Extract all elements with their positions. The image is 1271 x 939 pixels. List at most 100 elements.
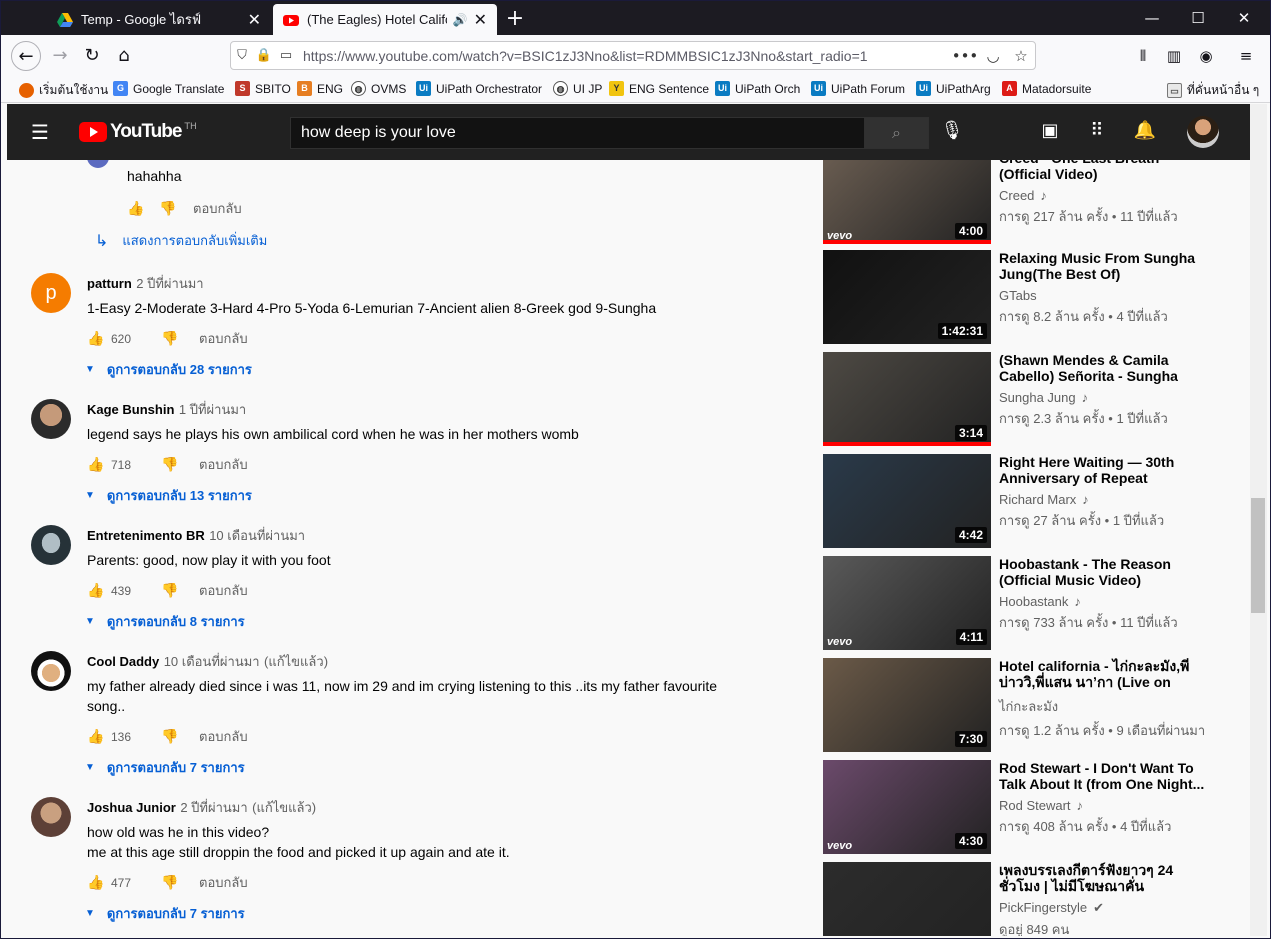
bookmark-item[interactable]: Ui UiPath Forum [811, 81, 905, 96]
thumbs-down-icon[interactable]: 👎 [159, 200, 179, 217]
close-tab-icon[interactable]: ✕ [474, 10, 487, 29]
avatar[interactable]: p [31, 273, 71, 313]
reply-button[interactable]: ตอบกลับ [199, 872, 248, 893]
bookmark-item[interactable]: Y ENG Sentence [609, 81, 709, 96]
guide-menu-icon[interactable]: ☰ [31, 120, 49, 144]
bookmark-item[interactable]: Ui UiPathArg [916, 81, 991, 96]
video-card[interactable]: เพลงบรรเลงกีตาร์ฟังยาวๆ 24 ชั่วโมง | ไม่… [823, 862, 1243, 936]
search-input[interactable]: how deep is your love [290, 117, 865, 149]
tab-google-drive[interactable]: Temp - Google ไดรฟ์ ✕ [47, 4, 271, 35]
comment-date[interactable]: 2 ปีที่ผ่านมา [136, 276, 203, 291]
video-thumbnail[interactable]: vevo 4:00 [823, 160, 991, 244]
thumbs-down-icon[interactable]: 👎 [161, 582, 181, 599]
author-name[interactable]: Cool Daddy [87, 654, 159, 669]
user-avatar[interactable] [1187, 116, 1219, 148]
bookmark-item[interactable]: G Google Translate [113, 81, 224, 96]
bookmark-item[interactable]: Ui UiPath Orchestrator [416, 81, 542, 96]
thumbs-up-icon[interactable]: 👍 [87, 582, 107, 599]
library-icon[interactable]: ⫴ [1128, 41, 1158, 71]
video-card[interactable]: 1:42:31 Relaxing Music From Sungha Jung(T… [823, 250, 1243, 344]
avatar[interactable] [31, 399, 71, 439]
reply-button[interactable]: ตอบกลับ [199, 580, 248, 601]
bookmark-item[interactable]: B ENG [297, 81, 343, 96]
apps-grid-icon[interactable]: ⠿ [1084, 120, 1110, 141]
channel-name[interactable]: Hoobastank [999, 594, 1068, 609]
view-replies-button[interactable]: ▼ ดูการตอบกลับ 7 รายการ [85, 903, 767, 924]
minimize-icon[interactable]: — [1129, 6, 1175, 30]
tab-youtube[interactable]: (The Eagles) Hotel California 🔊 ✕ [273, 4, 497, 35]
video-thumbnail[interactable]: vevo 4:11 [823, 556, 991, 650]
avatar[interactable] [31, 525, 71, 565]
thumbs-down-icon[interactable]: 👎 [161, 728, 181, 745]
reply-button[interactable]: ตอบกลับ [199, 726, 248, 747]
sidebar-icon[interactable]: ▥ [1159, 41, 1189, 71]
avatar[interactable] [31, 651, 71, 691]
account-icon[interactable]: ◉ [1191, 41, 1221, 71]
video-card[interactable]: 4:42 Right Here Waiting — 30th Anniversar… [823, 454, 1243, 548]
channel-name[interactable]: PickFingerstyle [999, 900, 1087, 915]
speaker-icon[interactable]: 🔊 [453, 13, 468, 27]
permissions-icon[interactable]: ▭ [275, 48, 297, 63]
video-thumbnail[interactable]: 4:42 [823, 454, 991, 548]
bookmark-star-icon[interactable]: ☆ [1007, 47, 1035, 65]
view-replies-button[interactable]: ▼ ดูการตอบกลับ 8 รายการ [85, 611, 767, 632]
hamburger-menu-icon[interactable]: ≡ [1231, 41, 1261, 71]
lock-icon[interactable]: 🔒 [253, 48, 275, 63]
search-button[interactable]: ⌕ [864, 117, 929, 149]
pocket-icon[interactable]: ◡ [979, 47, 1007, 65]
comment-date[interactable]: 2 ปีที่ผ่านมา [180, 800, 247, 815]
reply-button[interactable]: ตอบกลับ [193, 198, 242, 219]
author-name[interactable]: patturn [87, 276, 132, 291]
view-replies-button[interactable]: ▼ ดูการตอบกลับ 28 รายการ [85, 359, 767, 380]
video-title[interactable]: Creed - One Last Breath (Official Video) [999, 160, 1209, 182]
video-thumbnail[interactable]: 1:42:31 [823, 250, 991, 344]
url-bar[interactable]: ⛉ 🔒 ▭ https://www.youtube.com/watch?v=BS… [230, 41, 1036, 70]
youtube-logo[interactable]: YouTube TH [79, 121, 197, 143]
video-thumbnail[interactable]: 3:14 [823, 352, 991, 446]
url-text[interactable]: https://www.youtube.com/watch?v=BSIC1zJ3… [297, 48, 951, 64]
video-thumbnail[interactable] [823, 862, 991, 936]
video-card[interactable]: 3:14 (Shawn Mendes & Camila Cabello) Seño… [823, 352, 1243, 446]
avatar[interactable] [31, 797, 71, 837]
channel-name[interactable]: Sungha Jung [999, 390, 1076, 405]
close-window-icon[interactable]: ✕ [1221, 6, 1267, 30]
show-more-replies-button[interactable]: ↳ แสดงการตอบกลับเพิ่มเติม [95, 230, 267, 251]
home-icon[interactable]: ⌂ [109, 41, 139, 71]
thumbs-down-icon[interactable]: 👎 [161, 456, 181, 473]
bookmark-item[interactable]: S SBITO [235, 81, 291, 96]
channel-name[interactable]: Creed [999, 188, 1034, 203]
comment-date[interactable]: 10 เดือนที่ผ่านมา [164, 654, 260, 669]
bookmark-item[interactable]: ◍ OVMS [351, 81, 406, 96]
video-card[interactable]: vevo 4:30 Rod Stewart - I Don't Want To Ta… [823, 760, 1243, 854]
channel-name[interactable]: GTabs [999, 288, 1037, 303]
other-bookmarks[interactable]: ▭ ที่คั่นหน้าอื่น ๆ [1167, 81, 1259, 100]
video-title[interactable]: Hotel california - ไก่กะละมัง,พี่บ่าววิ,… [999, 658, 1209, 690]
microphone-icon[interactable]: 🎙 [939, 120, 965, 141]
forward-arrow-icon[interactable]: → [45, 41, 75, 71]
author-name[interactable]: Kage Bunshin [87, 402, 174, 417]
avatar[interactable] [87, 160, 109, 168]
back-arrow-icon[interactable]: ← [11, 41, 41, 71]
thumbs-up-icon[interactable]: 👍 [127, 200, 147, 217]
view-replies-button[interactable]: ▼ ดูการตอบกลับ 13 รายการ [85, 485, 767, 506]
comment-date[interactable]: 10 เดือนที่ผ่านมา [209, 528, 305, 543]
reply-button[interactable]: ตอบกลับ [199, 328, 248, 349]
video-title[interactable]: เพลงบรรเลงกีตาร์ฟังยาวๆ 24 ชั่วโมง | ไม่… [999, 862, 1209, 894]
thumbs-up-icon[interactable]: 👍 [87, 728, 107, 745]
video-title[interactable]: (Shawn Mendes & Camila Cabello) Señorita… [999, 352, 1209, 384]
comment-date[interactable]: 1 ปีที่ผ่านมา [179, 402, 246, 417]
video-title[interactable]: Relaxing Music From Sungha Jung(The Best… [999, 250, 1209, 282]
thumbs-up-icon[interactable]: 👍 [87, 874, 107, 891]
thumbs-up-icon[interactable]: 👍 [87, 456, 107, 473]
channel-name[interactable]: Richard Marx [999, 492, 1076, 507]
more-actions-icon[interactable]: ••• [951, 47, 979, 65]
bookmark-item[interactable]: ◍ UI JP [553, 81, 602, 96]
channel-name[interactable]: Rod Stewart [999, 798, 1071, 813]
channel-name[interactable]: ไก่กะละมัง [999, 699, 1058, 714]
video-title[interactable]: Hoobastank - The Reason (Official Music … [999, 556, 1209, 588]
reply-button[interactable]: ตอบกลับ [199, 454, 248, 475]
view-replies-button[interactable]: ▼ ดูการตอบกลับ 7 รายการ [85, 757, 767, 778]
new-tab-button[interactable]: + [503, 6, 527, 31]
shield-icon[interactable]: ⛉ [231, 48, 253, 63]
reload-icon[interactable]: ↻ [77, 41, 107, 71]
